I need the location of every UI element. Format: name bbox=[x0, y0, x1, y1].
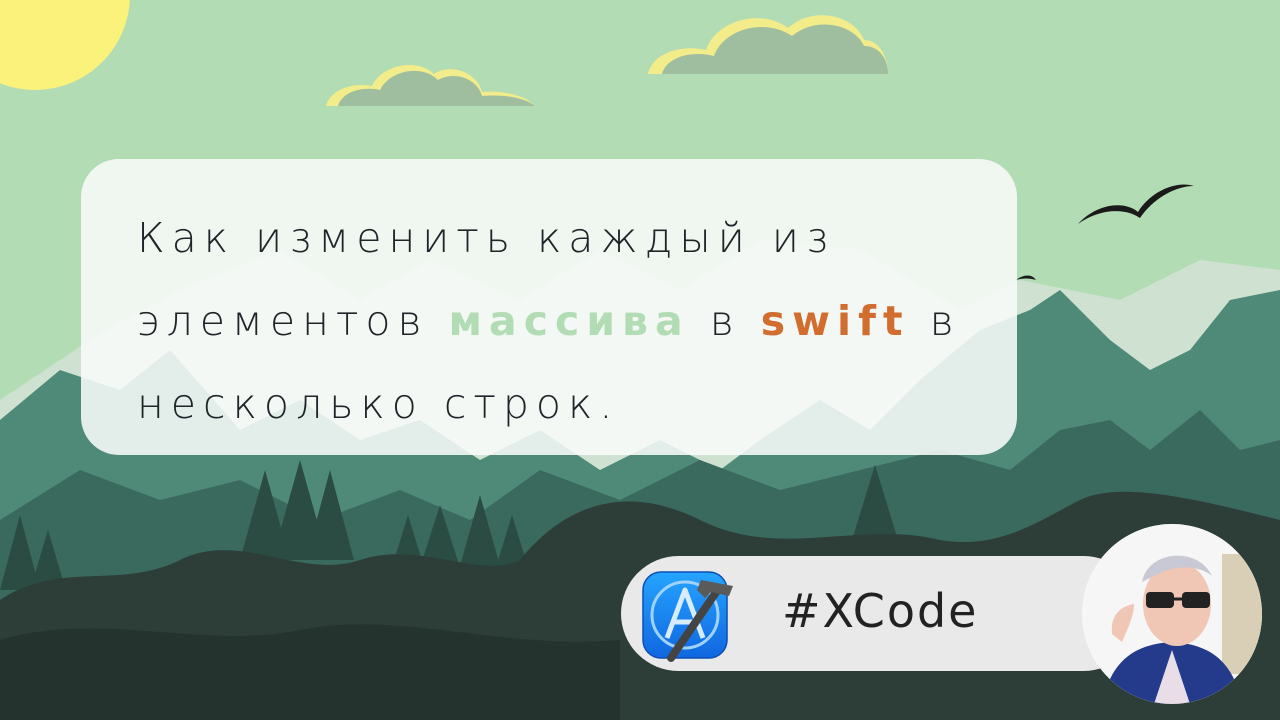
headline-card: Как изменить каждый из элементов массива … bbox=[81, 159, 1017, 455]
headline-text: Как изменить каждый из элементов массива … bbox=[137, 197, 997, 446]
xcode-icon bbox=[642, 571, 733, 662]
keyword-array: массива bbox=[448, 297, 690, 345]
hashtag-label: #XCode bbox=[782, 584, 979, 638]
headline-line2-before: элементов bbox=[137, 297, 449, 345]
headline-line1: Как изменить каждый из bbox=[137, 214, 836, 262]
keyword-swift: swift bbox=[760, 297, 910, 345]
headline-line2-after: в bbox=[909, 297, 961, 345]
headline-line2-middle: в bbox=[689, 297, 761, 345]
headline-line3: несколько строк. bbox=[137, 380, 620, 428]
author-avatar bbox=[1082, 524, 1262, 704]
